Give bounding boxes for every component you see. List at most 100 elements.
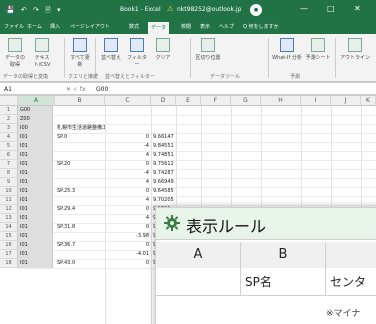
row-header[interactable]: 5 (0, 142, 18, 151)
tab-data[interactable]: データ (148, 22, 170, 34)
cell-d[interactable] (151, 115, 176, 124)
cell-c[interactable] (105, 124, 151, 133)
cell-b[interactable]: 札幌市生活道路整備工事 (55, 124, 105, 133)
tab-page-layout[interactable]: ページレイアウト (70, 23, 110, 30)
cell-b[interactable]: SP.36.7 (55, 241, 105, 250)
cell-b[interactable]: SP.0 (55, 133, 105, 142)
tab-insert[interactable]: 挿入 (50, 23, 60, 30)
cell-b[interactable] (55, 214, 105, 223)
column-header[interactable]: J (331, 96, 361, 106)
cell-c[interactable] (105, 115, 151, 124)
tab-help[interactable]: ヘルプ (219, 23, 234, 30)
cell-b[interactable] (55, 169, 105, 178)
cell-d[interactable] (151, 124, 176, 133)
tab-file[interactable]: ファイル (4, 23, 24, 30)
cell-b[interactable]: SP.29.4 (55, 205, 105, 214)
tab-home[interactable]: ホーム (27, 23, 42, 30)
cell-d[interactable]: 9.66949 (151, 178, 176, 187)
cell-d[interactable]: 9.64585 (151, 187, 176, 196)
row-header[interactable]: 9 (0, 178, 18, 187)
row-header[interactable]: 18 (0, 259, 18, 268)
row-header[interactable]: 16 (0, 241, 18, 250)
cell-c[interactable]: 0 (105, 223, 151, 232)
warning-icon[interactable]: ⚠ (167, 5, 173, 13)
row-header[interactable]: 15 (0, 232, 18, 241)
cell-c[interactable]: 0 (105, 160, 151, 169)
cell-d[interactable]: 9.74287 (151, 169, 176, 178)
column-header[interactable]: F (201, 96, 231, 106)
tab-view[interactable]: 表示 (200, 23, 210, 30)
row-header[interactable]: 8 (0, 169, 18, 178)
column-header[interactable]: E (176, 96, 201, 106)
outline-button[interactable]: アウトライン (339, 38, 371, 61)
cell-a[interactable]: I01 (18, 232, 53, 241)
account-name[interactable]: nkt98252@outlook.jp (177, 6, 241, 13)
select-all-corner[interactable] (0, 96, 18, 106)
cell-c[interactable]: 0 (105, 187, 151, 196)
filter-button[interactable]: フィルター (125, 38, 149, 68)
column-header[interactable]: C (105, 96, 151, 106)
cell-c[interactable]: 4 (105, 214, 151, 223)
quick-access-toolbar[interactable]: 💾 ↶ ↷ 🖹 ▾ (6, 6, 63, 17)
cell-c[interactable] (105, 106, 151, 115)
cell-a[interactable]: I01 (18, 142, 53, 151)
formula-input[interactable]: G00 (96, 86, 108, 93)
column-header[interactable]: B (55, 96, 105, 106)
cell-a[interactable]: I01 (18, 178, 53, 187)
cell-a[interactable]: I01 (18, 259, 53, 268)
cell-c[interactable]: 0 (105, 205, 151, 214)
refresh-all-button[interactable]: すべて更新 (68, 38, 92, 68)
cell-b[interactable] (55, 115, 105, 124)
cell-c[interactable]: 0 (105, 241, 151, 250)
cell-d[interactable]: 9.84551 (151, 142, 176, 151)
cell-b[interactable] (55, 106, 105, 115)
column-header[interactable]: A (18, 96, 55, 106)
cell-d[interactable] (151, 106, 176, 115)
cell-a[interactable]: I01 (18, 133, 53, 142)
cell-c[interactable]: 4 (105, 178, 151, 187)
restore-icon[interactable]: □ (327, 4, 335, 13)
get-data-button[interactable]: データの取得 (3, 38, 27, 68)
forecast-sheet-button[interactable]: 予測シート (304, 38, 332, 61)
cell-d[interactable]: 9.70205 (151, 196, 176, 205)
row-header[interactable]: 4 (0, 133, 18, 142)
from-text-csv-button[interactable]: テキスト/CSV (29, 38, 55, 68)
cell-c[interactable]: -4 (105, 169, 151, 178)
row-header[interactable]: 3 (0, 124, 18, 133)
cell-a[interactable]: I01 (18, 241, 53, 250)
cell-a[interactable]: I01 (18, 187, 53, 196)
sort-button[interactable]: 並べ替え (99, 38, 123, 61)
formula-icons[interactable]: ✕ ✓ fx (66, 86, 86, 93)
close-icon[interactable]: ✕ (354, 4, 361, 13)
cell-a[interactable]: I01 (18, 160, 53, 169)
row-header[interactable]: 11 (0, 196, 18, 205)
row-header[interactable]: 10 (0, 187, 18, 196)
clear-filter-button[interactable]: クリア (151, 38, 175, 61)
row-header[interactable]: 2 (0, 115, 18, 124)
cell-a[interactable]: I01 (18, 151, 53, 160)
cell-c[interactable]: 4 (105, 151, 151, 160)
cell-b[interactable]: SP.31.8 (55, 223, 105, 232)
cell-a[interactable]: I01 (18, 250, 53, 259)
cell-b[interactable] (55, 250, 105, 259)
column-header[interactable]: G (231, 96, 261, 106)
row-header[interactable]: 7 (0, 160, 18, 169)
text-to-columns-button[interactable]: 区切り位置 (194, 38, 222, 61)
cell-c[interactable]: -4.01 (105, 250, 151, 259)
row-header[interactable]: 13 (0, 214, 18, 223)
cell-b[interactable]: SP.20 (55, 160, 105, 169)
cell-a[interactable]: I01 (18, 205, 53, 214)
row-header[interactable]: 12 (0, 205, 18, 214)
column-header[interactable]: D (151, 96, 176, 106)
cell-c[interactable]: 4 (105, 196, 151, 205)
cell-b[interactable] (55, 196, 105, 205)
column-header[interactable]: K (361, 96, 376, 106)
name-box[interactable]: A1 (4, 86, 12, 93)
cell-d[interactable]: 9.66147 (151, 133, 176, 142)
cell-d[interactable]: 9.75612 (151, 160, 176, 169)
cell-a[interactable]: I01 (18, 169, 53, 178)
column-header[interactable]: H (261, 96, 301, 106)
avatar[interactable]: ● (250, 4, 262, 16)
minimize-icon[interactable]: — (300, 4, 308, 13)
cell-b[interactable] (55, 232, 105, 241)
